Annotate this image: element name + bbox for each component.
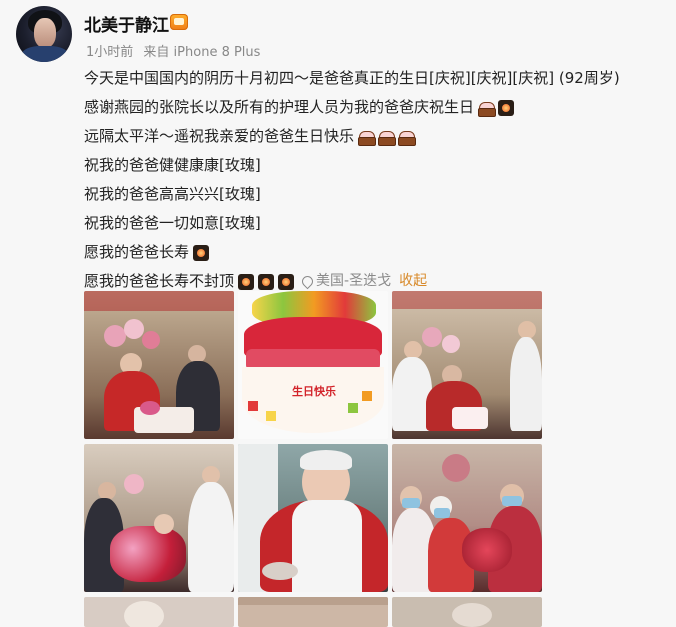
fireworks-icon bbox=[258, 273, 275, 290]
post-photo[interactable] bbox=[84, 291, 234, 439]
vip-badge-icon bbox=[170, 14, 188, 30]
post-line: 祝我的爸爸一切如意[玫瑰] bbox=[84, 214, 261, 232]
post-photo[interactable]: 生日快乐 bbox=[238, 291, 388, 439]
post-line: 今天是中国国内的阴历十月初四～是爸爸真正的生日[庆祝][庆祝][庆祝] (92周… bbox=[84, 69, 620, 87]
weibo-post: 北美于静江 1小时前 来自 iPhone 8 Plus 今天是中国国内的阴历十月… bbox=[0, 0, 676, 627]
post-photo[interactable] bbox=[238, 597, 388, 627]
post-line: 祝我的爸爸健健康康[玫瑰] bbox=[84, 156, 261, 174]
post-line: 远隔太平洋～遥祝我亲爱的爸爸生日快乐 bbox=[84, 122, 620, 151]
fireworks-icon bbox=[498, 99, 515, 116]
post-photo[interactable] bbox=[392, 291, 542, 439]
post-meta: 1小时前 来自 iPhone 8 Plus bbox=[86, 41, 266, 60]
location-pin-icon bbox=[299, 273, 316, 290]
fireworks-icon bbox=[278, 273, 295, 290]
post-line: 感谢燕园的张院长以及所有的护理人员为我的爸爸庆祝生日 bbox=[84, 93, 620, 122]
post-photo[interactable] bbox=[84, 444, 234, 592]
post-photo[interactable] bbox=[392, 444, 542, 592]
birthday-cake-icon bbox=[398, 129, 417, 146]
post-photo[interactable] bbox=[392, 597, 542, 627]
post-photo[interactable] bbox=[84, 597, 234, 627]
birthday-cake-icon bbox=[478, 100, 497, 117]
post-photo[interactable] bbox=[238, 444, 388, 592]
fireworks-icon bbox=[238, 273, 255, 290]
post-source: 来自 iPhone 8 Plus bbox=[143, 45, 261, 60]
post-line: 祝我的爸爸高高兴兴[玫瑰] bbox=[84, 185, 261, 203]
avatar[interactable] bbox=[16, 6, 72, 62]
post-line: 愿我的爸爸长寿 bbox=[84, 238, 620, 267]
post-time: 1小时前 bbox=[86, 45, 134, 60]
post-body: 今天是中国国内的阴历十月初四～是爸爸真正的生日[庆祝][庆祝][庆祝] (92周… bbox=[84, 64, 620, 296]
cake-inscription: 生日快乐 bbox=[292, 385, 336, 398]
birthday-cake-icon bbox=[378, 129, 397, 146]
birthday-cake-icon bbox=[358, 129, 377, 146]
fireworks-icon bbox=[193, 244, 210, 261]
username[interactable]: 北美于静江 bbox=[84, 11, 169, 36]
